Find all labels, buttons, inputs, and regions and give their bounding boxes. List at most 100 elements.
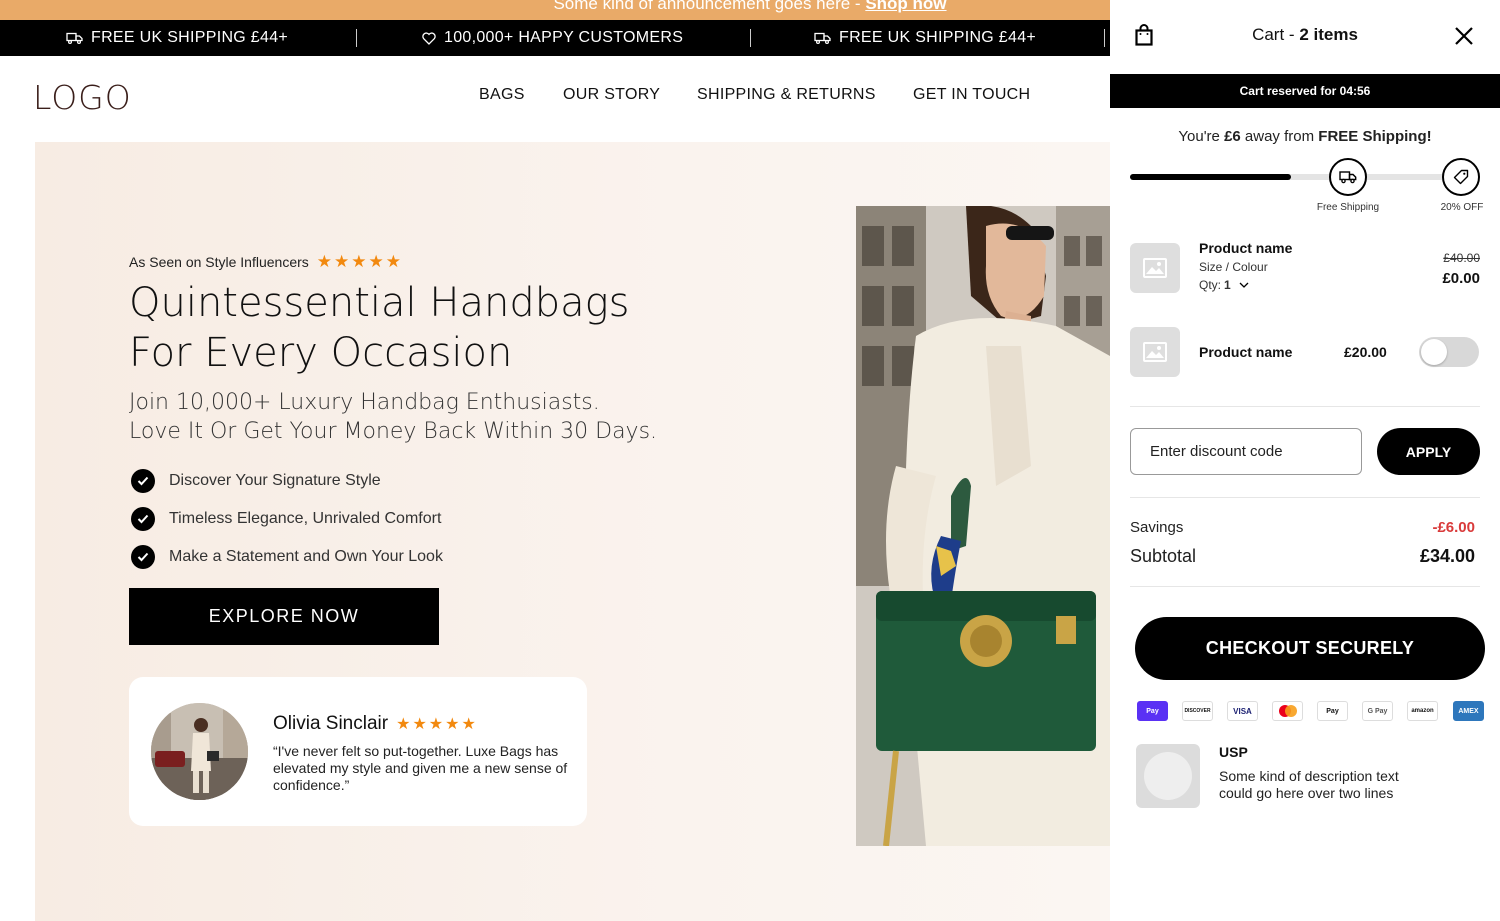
truck-icon [814, 32, 831, 44]
ticker-item: 100,000+ HAPPY CUSTOMERS [422, 20, 683, 56]
cart-title: Cart - 2 items [1110, 25, 1500, 45]
toggle-knob [1421, 339, 1447, 365]
rating-stars: ★★★★★ [396, 716, 478, 733]
checkout-button[interactable]: CHECKOUT SECURELY [1135, 617, 1485, 680]
amazon-pay-icon: amazon [1407, 701, 1438, 721]
product-thumbnail[interactable] [1130, 327, 1180, 377]
social-proof-text: As Seen on Style Influencers [129, 254, 309, 270]
cart-item-count: 2 items [1299, 25, 1358, 44]
shipping-progress-message: You're £6 away from FREE Shipping! [1110, 128, 1500, 145]
milestone-free-shipping [1329, 158, 1367, 196]
cart-drawer: Cart - 2 items Cart reserved for 04:56 Y… [1110, 0, 1500, 921]
image-placeholder-icon [1143, 342, 1167, 362]
check-icon [131, 545, 155, 569]
payment-label: G Pay [1367, 707, 1388, 715]
rating-stars: ★★★★★ [316, 252, 403, 271]
milestone-discount [1442, 158, 1480, 196]
savings-label: Savings [1130, 519, 1184, 536]
ticker-label: 100,000+ HAPPY CUSTOMERS [444, 29, 684, 46]
product-thumbnail[interactable] [1130, 243, 1180, 293]
add-product-toggle[interactable] [1419, 337, 1479, 367]
announcement-text: Some kind of announcement goes here - [553, 0, 861, 13]
ticker-item: FREE UK SHIPPING £44+ [814, 20, 1036, 56]
hero-headline: Quintessential Handbags For Every Occasi… [129, 278, 769, 378]
away-prefix: You're [1178, 128, 1225, 145]
testimonial-card: Olivia Sinclair ★★★★★ “I've never felt s… [129, 677, 587, 826]
hero-subheadline: Join 10,000+ Luxury Handbag Enthusiasts.… [129, 388, 769, 446]
reviewer-avatar [151, 703, 248, 800]
cart-title-label: Cart - [1252, 25, 1300, 44]
review-text: “I've never felt so put-together. Luxe B… [273, 743, 568, 793]
discover-icon: DISCOVER [1182, 701, 1213, 721]
heart-icon [422, 31, 436, 45]
usp-image [1136, 744, 1200, 808]
original-price: £40.00 [1443, 251, 1480, 265]
away-goal: FREE Shipping! [1318, 128, 1432, 145]
product-name[interactable]: Product name [1199, 240, 1292, 256]
milestone-label: Free Shipping [1316, 202, 1380, 213]
visa-icon: VISA [1227, 701, 1258, 721]
away-amount: £6 [1224, 128, 1241, 145]
qty-label: Qty: [1199, 278, 1222, 292]
shop-pay-icon: Pay [1137, 701, 1168, 721]
payment-label: DISCOVER [1184, 708, 1211, 714]
usp-placeholder-icon [1144, 752, 1192, 800]
payment-label: Pay [1146, 707, 1159, 715]
payment-label: amazon [1411, 708, 1434, 714]
product-price: £20.00 [1344, 344, 1387, 360]
subheadline-line: Love It Or Get Your Money Back Within 30… [129, 419, 658, 444]
nav-link-bags[interactable]: BAGS [479, 86, 525, 104]
truck-icon [66, 32, 83, 44]
nav-link-get-in-touch[interactable]: GET IN TOUCH [913, 86, 1030, 104]
apple-pay-icon: Pay [1317, 701, 1348, 721]
explore-now-button[interactable]: EXPLORE NOW [129, 588, 439, 645]
divider [1130, 497, 1480, 498]
cart-reserved-timer: Cart reserved for 04:56 [1110, 74, 1500, 108]
product-name[interactable]: Product name [1199, 344, 1292, 360]
nav-link-our-story[interactable]: OUR STORY [563, 86, 660, 104]
subtotal-value: £34.00 [1419, 546, 1475, 566]
ticker-item: FREE UK SHIPPING £44+ [66, 20, 288, 56]
qty-value: 1 [1224, 278, 1231, 292]
milestone-label: 20% OFF [1440, 202, 1484, 213]
ticker-label: FREE UK SHIPPING £44+ [91, 29, 289, 46]
benefit-text: Discover Your Signature Style [169, 472, 381, 489]
reviewer-header: Olivia Sinclair ★★★★★ [273, 713, 478, 735]
chevron-down-icon [1239, 282, 1249, 288]
close-icon[interactable] [1454, 26, 1474, 46]
headline-line: Quintessential Handbags [129, 280, 630, 326]
subtotal-label: Subtotal [1130, 546, 1197, 566]
usp-title: USP [1219, 744, 1248, 760]
hero-model-image [856, 206, 1110, 846]
amex-icon: AMEX [1453, 701, 1484, 721]
image-placeholder-icon [1143, 258, 1167, 278]
reviewer-name: Olivia Sinclair [273, 713, 389, 734]
quantity-select[interactable]: Qty: 1 [1199, 278, 1249, 292]
product-variant: Size / Colour [1199, 260, 1268, 274]
apply-discount-button[interactable]: APPLY [1377, 428, 1480, 475]
payment-label: VISA [1233, 706, 1252, 716]
site-logo[interactable]: LOGO [33, 78, 132, 117]
ticker-divider [1104, 29, 1105, 47]
benefit-text: Make a Statement and Own Your Look [169, 548, 443, 565]
truck-icon [1339, 171, 1357, 184]
benefit-item: Make a Statement and Own Your Look [131, 538, 443, 576]
benefit-item: Timeless Elegance, Unrivaled Comfort [131, 500, 443, 538]
tag-icon [1453, 169, 1469, 185]
usp-line: Some kind of description text [1219, 768, 1399, 784]
usp-line: could go here over two lines [1219, 785, 1394, 801]
shipping-progress-bar [1130, 174, 1480, 180]
hero-section: As Seen on Style Influencers ★★★★★ Quint… [35, 142, 1110, 921]
cart-header: Cart - 2 items [1110, 0, 1500, 74]
nav-link-shipping-returns[interactable]: SHIPPING & RETURNS [697, 86, 876, 104]
discount-code-input[interactable] [1130, 428, 1362, 475]
headline-line: For Every Occasion [129, 330, 513, 376]
product-price: £0.00 [1442, 270, 1480, 287]
benefit-item: Discover Your Signature Style [131, 462, 443, 500]
shop-now-link[interactable]: Shop now [865, 0, 946, 12]
social-proof: As Seen on Style Influencers ★★★★★ [129, 252, 403, 272]
ticker-label: FREE UK SHIPPING £44+ [839, 29, 1037, 46]
check-icon [131, 469, 155, 493]
payment-label: Pay [1326, 707, 1339, 715]
payment-label: AMEX [1458, 707, 1479, 715]
